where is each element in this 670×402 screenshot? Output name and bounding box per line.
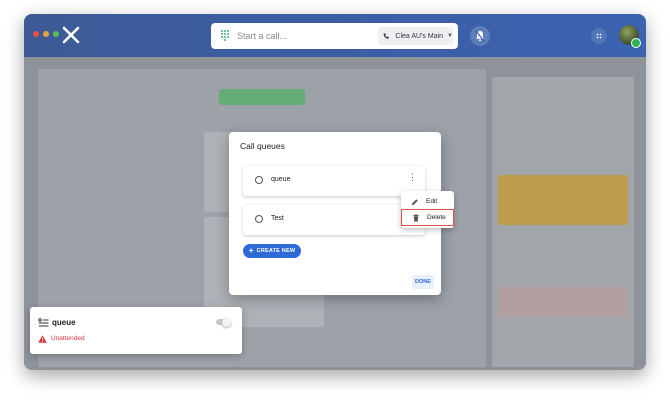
status-indicator — [631, 38, 641, 48]
edit-label: Edit — [426, 198, 438, 205]
apps-grid-icon — [596, 33, 602, 39]
queue-name: queue — [271, 176, 291, 183]
status-text: Unattended — [51, 335, 85, 342]
phone-icon — [383, 33, 389, 39]
create-new-label: CREATE NEW — [256, 248, 296, 254]
plus-icon: + — [248, 246, 254, 255]
queue-card[interactable]: Test — [243, 205, 425, 235]
maximize-window-dot[interactable] — [53, 31, 59, 37]
dialpad-icon[interactable] — [220, 29, 230, 43]
background-alert-block — [498, 287, 628, 317]
apps-grid-button[interactable] — [591, 28, 607, 44]
chevron-down-icon: ▼ — [447, 33, 453, 39]
bell-off-icon — [475, 30, 485, 42]
queue-list-icon — [38, 318, 49, 327]
notifications-button[interactable] — [470, 26, 490, 46]
queue-context-menu: Edit Delete — [401, 191, 454, 228]
dialog-title: Call queues — [240, 141, 285, 151]
warning-icon — [38, 335, 47, 343]
pencil-icon — [412, 198, 418, 205]
queue-name: queue — [52, 318, 76, 327]
delete-label: Delete — [427, 214, 446, 221]
line-selector-label: Clea AU's Main — [395, 32, 444, 40]
toggle-knob[interactable] — [222, 317, 231, 327]
trash-icon — [413, 213, 419, 221]
done-button[interactable]: DONE — [412, 275, 434, 289]
line-selector[interactable]: Clea AU's Main ▼ — [378, 27, 453, 45]
queue-name: Test — [271, 215, 284, 222]
background-green-block — [219, 89, 305, 105]
queue-status-card: queue Unattended — [30, 307, 242, 354]
queue-card[interactable]: queue ⋮ — [243, 166, 425, 196]
queue-radio[interactable] — [255, 215, 263, 223]
call-bar: Clea AU's Main ▼ — [211, 23, 458, 49]
background-warning-block — [498, 175, 628, 225]
app-logo-icon — [62, 26, 80, 44]
queue-radio[interactable] — [255, 176, 263, 184]
minimize-window-dot[interactable] — [43, 31, 49, 37]
top-bar: Clea AU's Main ▼ — [24, 14, 646, 57]
start-call-input[interactable] — [237, 28, 347, 44]
delete-menu-item[interactable]: Delete — [401, 209, 454, 226]
create-new-button[interactable]: + CREATE NEW — [243, 244, 301, 258]
edit-menu-item[interactable]: Edit — [401, 193, 454, 210]
close-window-dot[interactable] — [33, 31, 39, 37]
window-controls — [33, 31, 59, 37]
more-options-icon[interactable]: ⋮ — [408, 173, 417, 188]
